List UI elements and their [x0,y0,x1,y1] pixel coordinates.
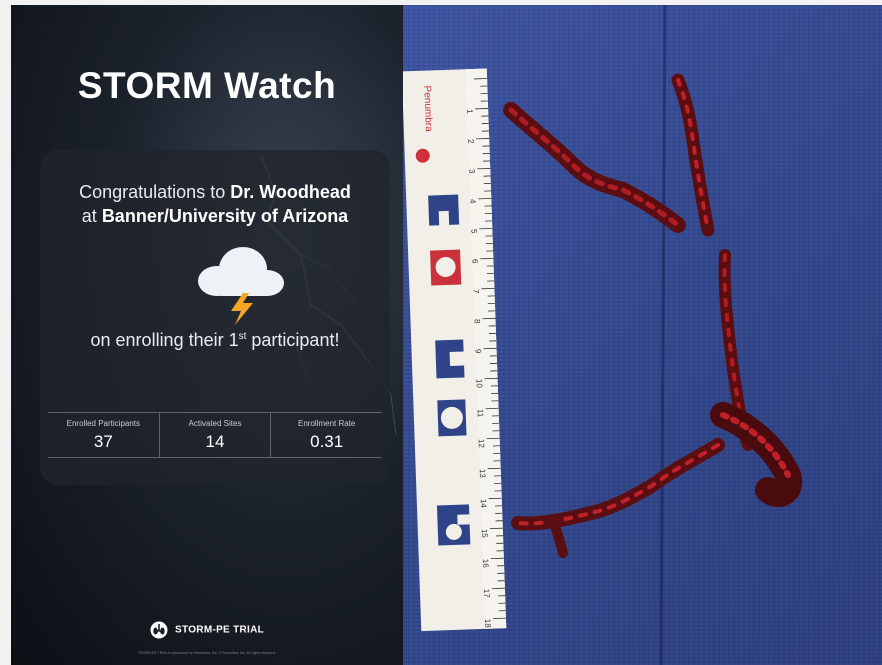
stat-enrollment-rate: Enrollment Rate 0.31 [270,413,382,457]
ruler-number: 16 [481,559,490,569]
site-name: Banner/University of Arizona [101,206,349,226]
ruler-brand: Penumbra [421,85,434,132]
storm-cloud-icon [198,247,284,325]
clot-specimens [503,73,803,558]
fineprint: STORM-PE TRIAL is sponsored by Penumbra,… [138,651,276,655]
ruler-number: 12 [477,439,486,449]
logo-text: STORM-PE TRIAL [175,624,265,636]
ruler-number: 18 [483,619,492,629]
photo-scene: 123456789101112131415161718 Penumbra [403,5,803,665]
stat-label: Activated Sites [188,419,242,428]
congrats-prefix: Congratulations to [79,182,231,202]
lungs-logo-icon [150,621,168,639]
enrollment-message: on enrolling their 1st participant! [40,330,390,351]
congrats-at: at [81,206,102,226]
measuring-ruler: 123456789101112131415161718 Penumbra [403,68,507,632]
drape-fold [659,5,667,665]
ruler-number: 13 [478,469,487,479]
ruler-number: 11 [476,409,485,418]
enroll-suffix: participant! [246,330,340,350]
storm-watch-poster: STORM Watch Congratulations to Dr. Woodh… [11,5,403,665]
congratulations-text: Congratulations to Dr. Woodhead at Banne… [40,180,390,228]
stat-value: 0.31 [310,432,344,451]
ruler-number: 10 [475,379,484,389]
enroll-prefix: on enrolling their 1 [90,330,239,350]
stat-enrolled-participants: Enrolled Participants 37 [48,413,159,457]
announcement-card: Congratulations to Dr. Woodhead at Banne… [40,150,390,485]
doctor-name: Dr. Woodhead [230,182,351,202]
stat-label: Enrollment Rate [298,419,356,428]
stat-value: 14 [205,432,225,451]
clot-photo: 1 2 3 4 5 6 7 8 9 10 11 12 13 14 15 16 17 18 Penumbra [403,5,882,665]
storm-pe-logo: STORM-PE TRIAL [11,621,403,639]
ruler-number: 14 [479,499,488,509]
stat-activated-sites: Activated Sites 14 [158,413,271,457]
ruler-number: 15 [480,529,489,539]
stats-row: Enrolled Participants 37 Activated Sites… [48,412,382,458]
stat-value: 37 [93,432,113,451]
stat-label: Enrolled Participants [66,419,141,428]
ruler-number: 17 [482,589,491,599]
poster-title: STORM Watch [77,65,337,106]
